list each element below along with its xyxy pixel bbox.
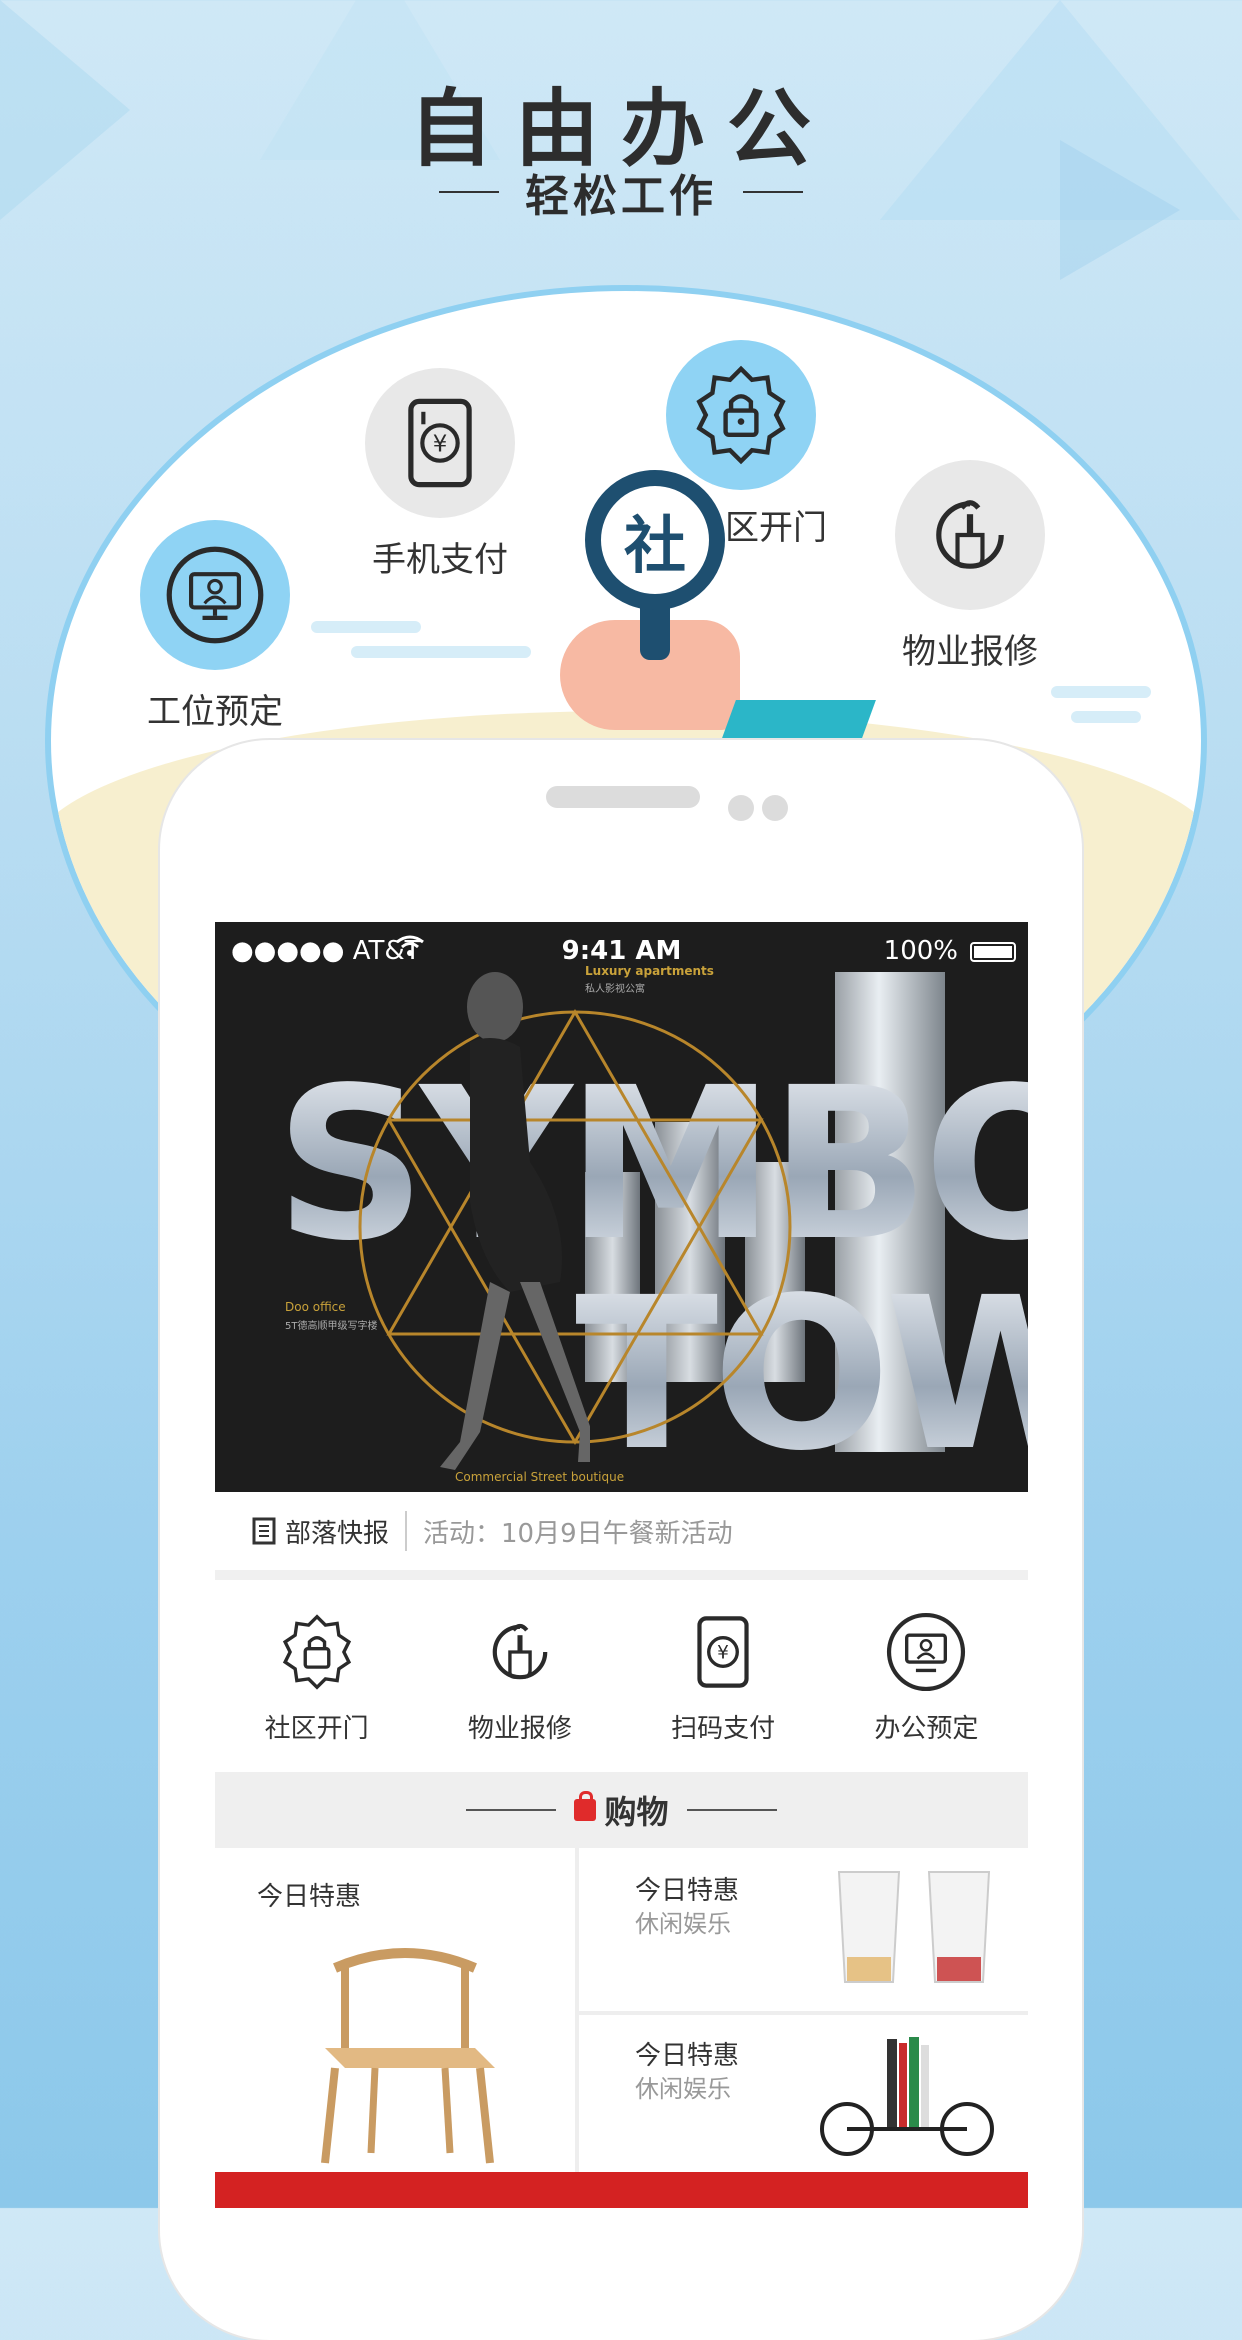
wrench-hand-icon: [492, 1623, 548, 1679]
feature-circle: ¥: [365, 368, 515, 518]
cloud: [311, 621, 421, 633]
feature-circle: [140, 520, 290, 670]
glass-cups-image: [837, 1871, 991, 1983]
hero-banner[interactable]: ●●●●● AT&T 9:41 AM 100% SYMBOL TOWER Lux…: [215, 922, 1028, 1492]
bike-bookends-image: [820, 2037, 994, 2156]
news-icon: [252, 1517, 276, 1545]
yen-card-icon: ¥: [697, 1615, 749, 1688]
deal-title: 今日特惠: [635, 1876, 740, 1906]
deal-subtitle: 休闲娱乐: [635, 1910, 731, 1938]
magnifier-icon: 社: [585, 470, 725, 610]
phone-screen: ●●●●● AT&T 9:41 AM 100% SYMBOL TOWER Lux…: [215, 922, 1028, 2208]
feature-label: 物业报修: [902, 632, 1038, 672]
phone-sensor: [728, 795, 754, 821]
svg-text:¥: ¥: [433, 431, 448, 457]
feature-label: 手机支付: [372, 540, 508, 580]
news-tag: 部落快报: [251, 1513, 389, 1550]
quick-action-label: 扫码支付: [671, 1713, 776, 1744]
deal-card[interactable]: 今日特惠: [215, 1848, 579, 2178]
subtitle-row: 轻松工作: [0, 160, 1242, 224]
battery-icon: [970, 942, 1016, 962]
deal-subtitle: 休闲娱乐: [635, 2075, 731, 2103]
banner-caption: Commercial Street boutique: [455, 1470, 625, 1484]
divider: [743, 191, 803, 193]
shop-heading: 购物: [574, 1787, 669, 1833]
divider: [686, 1809, 777, 1811]
cloud: [1071, 711, 1141, 723]
shop-grid: 今日特惠 今日特惠 休闲娱乐 今日特惠 休闲娱乐: [215, 1848, 1028, 2178]
deal-title: 今日特惠: [257, 1882, 362, 1912]
news-text: 活动：10月9日午餐新活动: [423, 1518, 733, 1549]
quick-actions: 社区开门 物业报修 ¥ 扫码支付 办公预定: [215, 1582, 1028, 1772]
feature-label: 区开门: [725, 508, 827, 548]
banner-caption: Doo office: [285, 1300, 346, 1314]
quick-action-scan-pay[interactable]: ¥ 扫码支付: [671, 1610, 775, 1745]
deal-card[interactable]: 今日特惠 休闲娱乐: [579, 1848, 1028, 2015]
cloud: [351, 646, 531, 658]
wrench-hand-icon: [936, 500, 1004, 569]
shopping-bag-icon: [574, 1791, 597, 1821]
lock-badge-icon: [696, 365, 786, 465]
feature-label: 工位预定: [147, 692, 283, 732]
feature-mobile-pay[interactable]: ¥ 手机支付: [365, 368, 515, 581]
yen-card-icon: ¥: [408, 398, 472, 488]
feature-workstation[interactable]: 工位预定: [140, 520, 290, 733]
battery-percent: 100%: [883, 936, 958, 966]
woman-illustration: [440, 972, 590, 1470]
banner-caption: Luxury apartments: [585, 964, 714, 978]
divider: [466, 1809, 557, 1811]
cloud: [1051, 686, 1151, 698]
promo-strip[interactable]: [215, 2172, 1028, 2208]
feature-circle: [666, 340, 816, 490]
phone-speaker: [546, 786, 700, 808]
divider: [405, 1511, 408, 1551]
banner-caption: 5T德高顺甲级写字楼: [285, 1321, 378, 1332]
banner-caption: 私人影视公寓: [585, 984, 645, 995]
page-subtitle: 轻松工作: [525, 171, 717, 222]
feature-repair[interactable]: 物业报修: [895, 460, 1045, 673]
quick-action-label: 社区开门: [264, 1713, 369, 1744]
deal-title: 今日特惠: [635, 2041, 740, 2071]
quick-action-label: 办公预定: [874, 1713, 979, 1744]
quick-action-door[interactable]: 社区开门: [265, 1610, 369, 1745]
monitor-person-icon: [887, 1612, 966, 1691]
news-tag-label: 部落快报: [285, 1518, 390, 1549]
quick-action-label: 物业报修: [467, 1713, 572, 1744]
news-ticker[interactable]: 部落快报 活动：10月9日午餐新活动: [215, 1492, 1028, 1580]
divider: [439, 191, 499, 193]
quick-action-repair[interactable]: 物业报修: [468, 1610, 572, 1745]
shop-heading-label: 购物: [604, 1793, 669, 1831]
quick-action-office-booking[interactable]: 办公预定: [874, 1610, 978, 1745]
feature-circle: [895, 460, 1045, 610]
chair-image: [321, 1948, 495, 2164]
deal-card[interactable]: 今日特惠 休闲娱乐: [579, 2015, 1028, 2178]
monitor-person-icon: [166, 546, 264, 644]
shop-section-header: 购物: [215, 1772, 1028, 1848]
phone-sensor: [762, 795, 788, 821]
svg-text:¥: ¥: [717, 1642, 729, 1663]
lock-badge-icon: [282, 1613, 351, 1690]
